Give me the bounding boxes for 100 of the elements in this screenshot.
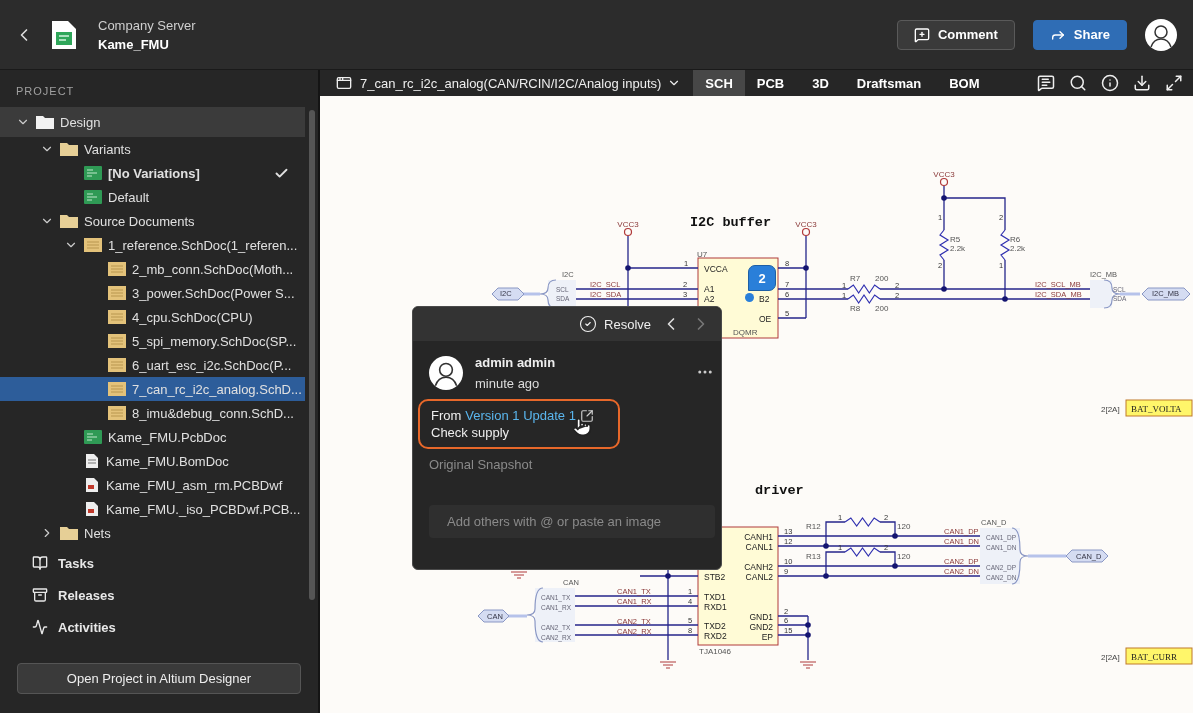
- activity-icon[interactable]: [32, 619, 48, 635]
- document-icon: [108, 406, 126, 420]
- pin-name: GND2: [749, 622, 773, 632]
- view-tab[interactable]: SCH: [693, 70, 745, 96]
- archive-box-icon[interactable]: [32, 587, 48, 603]
- tree-item[interactable]: 6_uart_esc_i2c.SchDoc(P...: [0, 353, 305, 377]
- tree-item[interactable]: Kame_FMU._iso_PCBDwf.PCB...: [0, 497, 305, 521]
- tree-item[interactable]: Design: [0, 107, 305, 137]
- comment-time: minute ago: [475, 376, 541, 391]
- comment-anchor-dot: [745, 293, 754, 302]
- view-tab[interactable]: Draftsman: [844, 70, 934, 96]
- component-label: 2.2k: [1010, 244, 1026, 253]
- pin-name: VCCA: [704, 264, 728, 274]
- pin-name: RXD1: [704, 602, 727, 612]
- folder-icon: [60, 142, 78, 156]
- resolve-button[interactable]: Resolve: [579, 315, 651, 333]
- document-icon: [108, 334, 126, 348]
- comment-button[interactable]: Comment: [896, 19, 1015, 50]
- component-label: 120: [897, 522, 911, 531]
- scrollbar[interactable]: [309, 110, 315, 600]
- nav-item[interactable]: Activities: [0, 611, 318, 643]
- document-icon: [84, 477, 100, 493]
- pin-name: CANH1: [744, 532, 773, 542]
- pin-name: CANL1: [745, 542, 773, 552]
- folder-icon: [60, 214, 78, 228]
- sheet-reference: 2[2A]: [1101, 653, 1120, 662]
- offsheet-label: BAT_CURR: [1131, 652, 1177, 662]
- view-tab[interactable]: BOM: [937, 70, 992, 96]
- author-name: admin admin: [475, 355, 557, 370]
- component-label: R12: [806, 522, 821, 531]
- document-icon: [84, 501, 100, 517]
- document-icon: [108, 262, 126, 276]
- component-label: 200: [875, 274, 889, 283]
- tree-item[interactable]: 7_can_rc_i2c_analog.SchD...: [0, 377, 305, 401]
- tree-item[interactable]: Kame_FMU.PcbDoc: [0, 425, 305, 449]
- pin-name: A2: [704, 294, 715, 304]
- tree-item[interactable]: Variants: [0, 137, 305, 161]
- pin-name: RXD2: [704, 631, 727, 641]
- section-title: driver: [755, 483, 804, 498]
- pin-name: GND1: [749, 612, 773, 622]
- download-icon[interactable]: [1133, 74, 1151, 92]
- reply-field[interactable]: Add others with @ or paste an image: [429, 505, 715, 538]
- tree-item[interactable]: [No Variations]: [0, 161, 305, 185]
- pin-name: B2: [759, 294, 770, 304]
- open-project-button[interactable]: Open Project in Altium Designer: [17, 663, 301, 694]
- power-label: VCC3: [933, 170, 955, 179]
- search-icon[interactable]: [1069, 74, 1087, 92]
- tree-item[interactable]: 5_spi_memory.SchDoc(SP...: [0, 329, 305, 353]
- tree-item[interactable]: 4_cpu.SchDoc(CPU): [0, 305, 305, 329]
- pin-name: CANH2: [744, 562, 773, 572]
- book-icon[interactable]: [32, 555, 48, 571]
- source-prefix: From: [431, 408, 462, 423]
- component-label: 2.2k: [950, 244, 966, 253]
- component-label: R6: [1010, 235, 1021, 244]
- folder-icon: [36, 115, 54, 129]
- tree-item[interactable]: Kame_FMU_asm_rm.PCBDwf: [0, 473, 305, 497]
- expand-icon[interactable]: [1165, 74, 1183, 92]
- document-title[interactable]: 7_can_rc_i2c_analog(CAN/RCIN/I2C/Analog inputs): [360, 75, 662, 91]
- nav-item[interactable]: Releases: [0, 579, 318, 611]
- pin-name: TXD1: [704, 592, 726, 602]
- view-tab[interactable]: 3D: [800, 70, 841, 96]
- pin-name: STB2: [704, 572, 726, 582]
- tree-item[interactable]: 3_power.SchDoc(Power S...: [0, 281, 305, 305]
- comment-marker[interactable]: 2: [748, 265, 776, 291]
- component-label: R13: [806, 552, 821, 561]
- tree-item[interactable]: Kame_FMU.BomDoc: [0, 449, 305, 473]
- tree-item[interactable]: 1_reference.SchDoc(1_referen...: [0, 233, 305, 257]
- view-tab[interactable]: PCB: [744, 70, 797, 96]
- comment-plus-icon[interactable]: [913, 26, 930, 43]
- nav-item[interactable]: Tasks: [0, 547, 318, 579]
- pin-name: CANL2: [745, 572, 773, 582]
- user-avatar[interactable]: [1145, 18, 1177, 51]
- circuit-board-icon: [84, 190, 102, 204]
- document-icon: [108, 286, 126, 300]
- power-label: VCC3: [795, 220, 817, 229]
- external-link-icon[interactable]: [579, 408, 594, 423]
- tree-item[interactable]: Default: [0, 185, 305, 209]
- component-label: 200: [875, 304, 889, 313]
- version-link[interactable]: Version 1 Update 1: [465, 408, 576, 423]
- tree-item[interactable]: 2_mb_conn.SchDoc(Moth...: [0, 257, 305, 281]
- section-heading: PROJECT: [15, 84, 76, 99]
- tree-item[interactable]: Source Documents: [0, 209, 305, 233]
- document-icon: [108, 310, 126, 324]
- share-button[interactable]: Share: [1032, 19, 1127, 50]
- offsheet-label: BAT_VOLTA: [1131, 404, 1182, 414]
- info-icon[interactable]: [1101, 74, 1119, 92]
- component-label: 120: [897, 552, 911, 561]
- folder-icon: [60, 526, 78, 540]
- document-icon: [84, 453, 100, 469]
- tree-item[interactable]: Nets: [0, 521, 305, 545]
- check-circle-icon[interactable]: [579, 315, 598, 333]
- circuit-board-icon: [84, 166, 102, 180]
- tree-item[interactable]: 8_imu&debug_conn.SchD...: [0, 401, 305, 425]
- comment-text: Check supply: [431, 425, 510, 440]
- author-avatar: [429, 356, 463, 390]
- server-name: Company Server: [98, 17, 196, 33]
- document-icon: [108, 358, 126, 372]
- pin-name: A1: [704, 284, 715, 294]
- comments-icon[interactable]: [1037, 74, 1055, 92]
- pin-name: TXD2: [704, 621, 726, 631]
